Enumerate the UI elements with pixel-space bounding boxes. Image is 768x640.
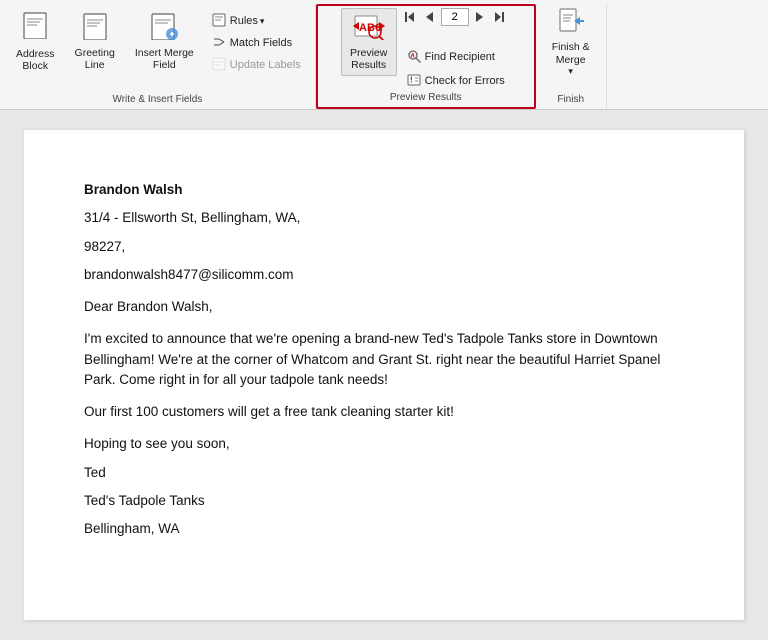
preview-results-group: ABC Preview Results: [316, 4, 536, 109]
check-for-errors-button[interactable]: ! Check for Errors: [401, 70, 511, 92]
address-block-button[interactable]: Address Block: [8, 8, 63, 76]
address-block-icon: [22, 11, 48, 45]
svg-text:!: !: [410, 75, 413, 84]
greeting-line-icon: [82, 12, 108, 44]
find-recipient-icon: A: [407, 49, 421, 66]
update-labels-button[interactable]: Update Labels: [206, 54, 307, 76]
body-paragraph-2: Our first 100 customers will get a free …: [84, 402, 684, 422]
rules-button[interactable]: Rules ▾: [206, 10, 307, 32]
finish-merge-label: Finish & Merge: [552, 41, 590, 66]
navigation-controls: [401, 8, 511, 28]
prev-record-button[interactable]: [421, 8, 439, 26]
rules-icon: [212, 13, 226, 30]
finish-group: Finish & Merge ▾ Finish: [536, 4, 607, 109]
write-insert-fields-group: Address Block Greeting Line: [0, 4, 316, 109]
body-paragraph-1: I'm excited to announce that we're openi…: [84, 329, 684, 390]
rules-label: Rules: [230, 15, 258, 27]
closing-2: Ted: [84, 463, 684, 483]
rules-dropdown-icon: ▾: [260, 16, 265, 27]
email-line: brandonwalsh8477@silicomm.com: [84, 265, 684, 285]
insert-merge-field-icon: [150, 12, 178, 44]
preview-results-group-label: Preview Results: [318, 92, 534, 103]
find-recipient-button[interactable]: A Find Recipient: [401, 46, 511, 68]
ribbon: Address Block Greeting Line: [0, 0, 768, 110]
svg-text:A: A: [410, 53, 415, 59]
preview-results-icon: ABC: [353, 12, 385, 44]
greeting-line-button[interactable]: Greeting Line: [67, 8, 123, 76]
find-recipient-label: Find Recipient: [425, 51, 495, 63]
write-insert-fields-group-label: Write & Insert Fields: [0, 94, 315, 105]
finish-merge-dropdown-icon: ▾: [568, 66, 573, 77]
check-for-errors-label: Check for Errors: [425, 75, 505, 87]
finish-group-label: Finish: [536, 94, 606, 105]
closing-4: Bellingham, WA: [84, 519, 684, 539]
preview-results-button[interactable]: ABC Preview Results: [341, 8, 397, 76]
check-for-errors-icon: !: [407, 73, 421, 90]
document-page: Brandon Walsh 31/4 - Ellsworth St, Belli…: [24, 130, 744, 620]
finish-merge-button[interactable]: Finish & Merge ▾: [544, 8, 598, 76]
update-labels-label: Update Labels: [230, 59, 301, 71]
insert-merge-field-button[interactable]: Insert Merge Field: [127, 8, 202, 76]
match-fields-button[interactable]: Match Fields: [206, 32, 307, 54]
last-record-button[interactable]: [491, 8, 509, 26]
update-labels-icon: [212, 57, 226, 74]
document-area: Brandon Walsh 31/4 - Ellsworth St, Belli…: [0, 110, 768, 640]
address-line1: 31/4 - Ellsworth St, Bellingham, WA,: [84, 208, 684, 228]
closing-3: Ted's Tadpole Tanks: [84, 491, 684, 511]
finish-merge-icon: [558, 7, 584, 39]
address-block: 31/4 - Ellsworth St, Bellingham, WA, 982…: [84, 208, 684, 285]
first-record-button[interactable]: [401, 8, 419, 26]
match-fields-icon: [212, 35, 226, 52]
address-block-label: Address Block: [16, 48, 55, 73]
salutation: Dear Brandon Walsh,: [84, 297, 684, 317]
greeting-line-label: Greeting Line: [75, 47, 115, 72]
closing-1: Hoping to see you soon,: [84, 434, 684, 454]
record-number-input[interactable]: [441, 8, 469, 26]
recipient-name: Brandon Walsh: [84, 180, 684, 200]
insert-merge-field-label: Insert Merge Field: [135, 47, 194, 72]
match-fields-label: Match Fields: [230, 37, 292, 49]
address-line2: 98227,: [84, 237, 684, 257]
next-record-button[interactable]: [471, 8, 489, 26]
preview-results-label: Preview Results: [350, 47, 387, 72]
